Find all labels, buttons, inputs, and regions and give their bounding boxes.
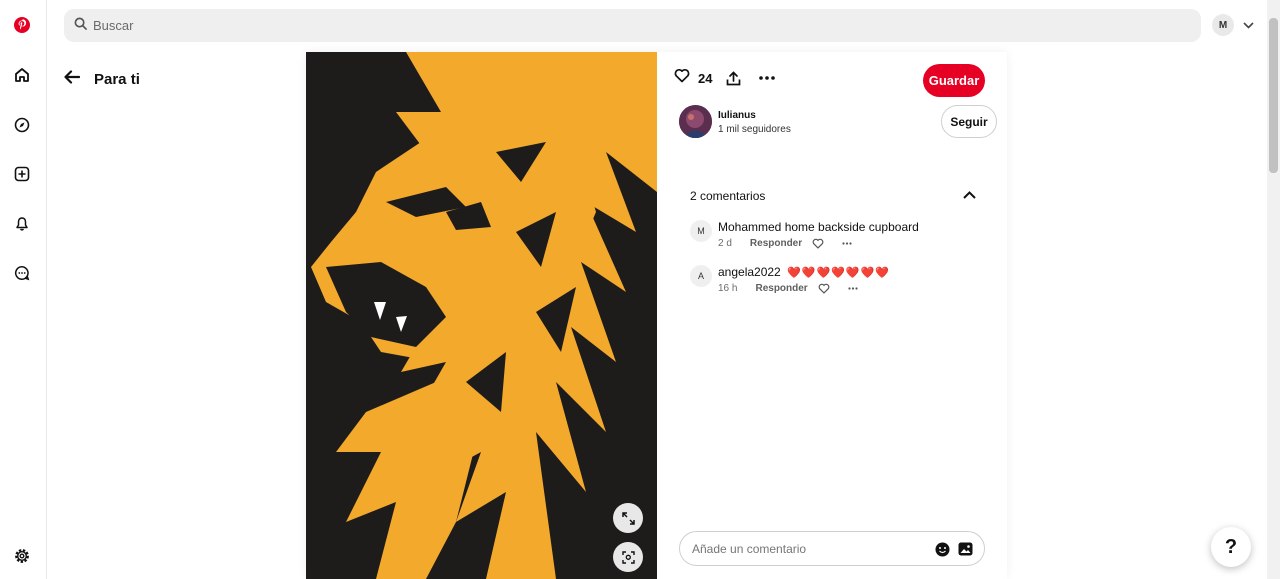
search-bar[interactable]: [64, 9, 1201, 42]
emoji-icon[interactable]: [934, 541, 950, 557]
comment-time: 16 h: [718, 283, 738, 294]
pin-image[interactable]: [306, 52, 657, 579]
search-icon: [74, 17, 87, 35]
arrow-left-icon: [64, 70, 81, 89]
settings-gear-icon[interactable]: [11, 545, 33, 567]
create-plus-icon[interactable]: [11, 163, 33, 185]
comment-text: angela2022 ❤️❤️❤️❤️❤️❤️❤️: [718, 265, 890, 279]
lion-illustration: [306, 52, 657, 579]
comment-meta: 2 d Responder: [718, 238, 852, 249]
expand-icon[interactable]: [613, 503, 643, 533]
comment-heart-icon[interactable]: [818, 283, 830, 294]
follow-button[interactable]: Seguir: [941, 105, 997, 138]
comment-text: Mohammed home backside cupboard: [718, 220, 919, 234]
help-button[interactable]: ?: [1211, 527, 1251, 567]
comment-meta: 16 h Responder: [718, 283, 858, 294]
explore-compass-icon[interactable]: [11, 114, 33, 136]
creator-followers: 1 mil seguidores: [718, 124, 791, 135]
heart-icon[interactable]: [674, 68, 690, 88]
chevron-down-icon[interactable]: [1240, 17, 1256, 33]
image-attach-icon[interactable]: [957, 541, 973, 557]
home-icon[interactable]: [11, 64, 33, 86]
search-input[interactable]: [93, 18, 1173, 33]
page-scrollbar[interactable]: [1267, 0, 1280, 579]
comment-avatar[interactable]: M: [690, 220, 712, 242]
comments-title: 2 comentarios: [690, 189, 766, 203]
more-options-icon[interactable]: [759, 76, 776, 80]
comment-more-icon[interactable]: [848, 287, 858, 290]
pin-card: 24 Guardar Iulianus 1 mil seguidores Seg…: [306, 52, 1007, 579]
comment-time: 2 d: [718, 238, 732, 249]
scrollbar-thumb[interactable]: [1269, 18, 1278, 173]
comment-composer: [679, 531, 985, 566]
reply-button[interactable]: Responder: [750, 238, 802, 249]
messages-icon[interactable]: [11, 262, 33, 284]
comment-heart-icon[interactable]: [812, 238, 824, 249]
comment-avatar[interactable]: A: [690, 265, 712, 287]
topbar: M: [47, 0, 1267, 52]
like-count: 24: [698, 70, 713, 86]
sidebar: [0, 0, 47, 579]
save-button[interactable]: Guardar: [923, 64, 985, 97]
reply-button[interactable]: Responder: [755, 283, 807, 294]
back-label: Para ti: [94, 71, 140, 88]
back-button[interactable]: Para ti: [64, 70, 140, 89]
share-icon[interactable]: [726, 70, 741, 86]
comment-body: home backside cupboard: [784, 220, 919, 234]
pin-actions: 24: [674, 68, 776, 88]
comment-input[interactable]: [692, 541, 922, 556]
comment-author[interactable]: Mohammed: [718, 220, 781, 234]
user-avatar[interactable]: M: [1212, 14, 1234, 36]
creator-name[interactable]: Iulianus: [718, 110, 756, 121]
comment-body: ❤️❤️❤️❤️❤️❤️❤️: [787, 267, 890, 279]
chevron-up-icon[interactable]: [960, 186, 978, 204]
creator-avatar[interactable]: [679, 105, 712, 138]
pinterest-logo-icon[interactable]: [11, 14, 33, 36]
visual-search-icon[interactable]: [613, 542, 643, 572]
comment-more-icon[interactable]: [842, 242, 852, 245]
notifications-bell-icon[interactable]: [11, 213, 33, 235]
comment-author[interactable]: angela2022: [718, 265, 781, 279]
